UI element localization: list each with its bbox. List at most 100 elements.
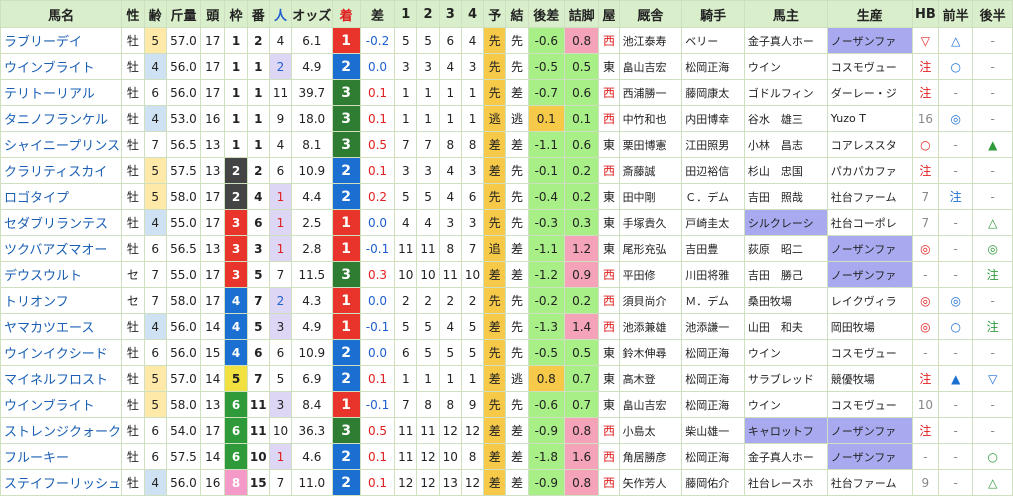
column-header[interactable]: 頭: [200, 0, 226, 28]
cell-seisan: ノーザンファ: [826, 235, 913, 262]
cell-banu: 小林 昌志: [743, 131, 828, 158]
cell-waku: 4: [224, 339, 248, 366]
column-header[interactable]: 騎手: [681, 0, 745, 28]
cell-age: 6: [143, 417, 167, 444]
cell-name[interactable]: トリオンフ: [0, 287, 123, 314]
cell-ketsu: 先: [505, 313, 529, 340]
cell-name[interactable]: デウスウルト: [0, 261, 123, 288]
cell-nin: 6: [268, 157, 293, 184]
cell-waku: 6: [224, 417, 248, 444]
table-row[interactable]: トリオンフセ 7 58.0 17 4 7 2 4.3 1 0.0 2 2 2 2 先先 -0.2 0.2 西須貝尚…: [0, 287, 1013, 314]
table-row[interactable]: クラリティスカイ牡 5 57.5 13 2 2 6 10.9 2 0.1 3 3 4 3 差先 -0.1 0.2…: [0, 157, 1013, 184]
cell-ketsu: 先: [505, 53, 529, 80]
cell-seisan: ダーレー・ジ: [826, 79, 913, 106]
table-row[interactable]: ラブリーデイ牡 5 57.0 17 1 2 4 6.1 1 -0.2 5 5 6 4 先先 -0.6 0.8 西池…: [0, 27, 1013, 54]
cell-c1: 10: [394, 261, 418, 288]
cell-odds: 8.4: [291, 391, 333, 418]
cell-name[interactable]: クラリティスカイ: [0, 157, 123, 184]
cell-name[interactable]: ステイフーリッシュ: [0, 469, 123, 496]
cell-name[interactable]: シャイニープリンス: [0, 131, 123, 158]
column-header[interactable]: 馬名: [0, 0, 123, 28]
column-header[interactable]: 2: [416, 0, 440, 28]
column-header[interactable]: 人: [268, 0, 293, 28]
column-header[interactable]: 3: [438, 0, 462, 28]
table-row[interactable]: シャイニープリンス牡 7 56.5 13 1 1 4 8.1 3 0.5 7 7 8 8 差差 -1.1 0.6…: [0, 131, 1013, 158]
cell-sex: 牡: [121, 53, 145, 80]
column-header[interactable]: 予: [483, 0, 507, 28]
cell-name[interactable]: ラブリーデイ: [0, 27, 123, 54]
cell-kou: △: [972, 469, 1013, 496]
column-header[interactable]: 差: [359, 0, 396, 28]
cell-ketsu: 差: [505, 443, 529, 470]
column-header[interactable]: 性: [121, 0, 145, 28]
cell-yoso: 差: [483, 157, 507, 184]
table-row[interactable]: デウスウルトセ 7 55.0 17 3 5 7 11.5 3 0.3 10 10 11 10 差差 -1.2 0…: [0, 261, 1013, 288]
cell-c2: 12: [416, 443, 440, 470]
cell-ban: 3: [246, 235, 270, 262]
table-row[interactable]: フルーキー牡 6 57.5 14 6 10 1 4.6 2 0.1 11 12 10 8 差差 -1.8 1.6…: [0, 443, 1013, 470]
table-row[interactable]: ウインブライト牡 4 56.0 17 1 1 2 4.9 2 0.0 3 3 4 3 先先 -0.5 0.5 東畠…: [0, 53, 1013, 80]
cell-name[interactable]: ウインブライト: [0, 391, 123, 418]
table-row[interactable]: ステイフーリッシュ牡 4 56.0 16 8 15 7 11.0 2 0.1 12 12 13 12 差差 -…: [0, 469, 1013, 496]
cell-banu: 金子真人ホー: [743, 27, 828, 54]
cell-ban: 1: [246, 131, 270, 158]
cell-name[interactable]: ウインイクシード: [0, 339, 123, 366]
table-row[interactable]: マイネルフロスト牡 5 57.0 14 5 7 5 6.9 2 0.1 1 1 1 1 差逃 0.8 0.7 東高…: [0, 365, 1013, 392]
cell-waku: 3: [224, 261, 248, 288]
cell-waku: 3: [224, 235, 248, 262]
column-header[interactable]: 前半: [937, 0, 974, 28]
cell-kin: 58.0: [165, 391, 202, 418]
cell-ya: 西: [598, 157, 620, 184]
column-header[interactable]: 馬主: [743, 0, 828, 28]
cell-name[interactable]: ストレンジクォーク: [0, 417, 123, 444]
column-header[interactable]: HB: [911, 0, 940, 28]
table-row[interactable]: ウインイクシード牡 6 56.0 15 4 6 6 10.9 2 0.0 6 5 5 5 先先 -0.5 0.5…: [0, 339, 1013, 366]
column-header[interactable]: オッズ: [291, 0, 333, 28]
cell-sa: -0.1: [359, 313, 396, 340]
cell-name[interactable]: マイネルフロスト: [0, 365, 123, 392]
column-header[interactable]: 枠: [224, 0, 248, 28]
cell-zen: -: [937, 261, 974, 288]
cell-c2: 1: [416, 79, 440, 106]
column-header[interactable]: 1: [394, 0, 418, 28]
table-row[interactable]: ロゴタイプ牡 5 58.0 17 2 4 1 4.4 2 0.2 5 5 4 6 先先 -0.4 0.2 東田中剛…: [0, 183, 1013, 210]
column-header[interactable]: 斤量: [165, 0, 202, 28]
cell-nin: 4: [268, 131, 293, 158]
cell-name[interactable]: フルーキー: [0, 443, 123, 470]
table-row[interactable]: テリトーリアル牡 6 56.0 17 1 1 11 39.7 3 0.1 1 1 1 1 先差 -0.7 0.6…: [0, 79, 1013, 106]
column-header[interactable]: 後半: [972, 0, 1013, 28]
column-header[interactable]: 4: [460, 0, 485, 28]
cell-name[interactable]: ヤマカツエース: [0, 313, 123, 340]
cell-odds: 11.0: [291, 469, 333, 496]
cell-kin: 56.5: [165, 235, 202, 262]
cell-ya: 東: [598, 209, 620, 236]
column-header[interactable]: 着: [331, 0, 361, 28]
cell-to: 14: [200, 313, 226, 340]
cell-c3: 1: [438, 79, 462, 106]
table-row[interactable]: ツクバアズマオー牡 6 56.5 13 3 3 1 2.8 1 -0.1 11 11 8 7 追差 -1.1 1…: [0, 235, 1013, 262]
cell-name[interactable]: ロゴタイプ: [0, 183, 123, 210]
column-header[interactable]: 詰脚: [563, 0, 600, 28]
cell-name[interactable]: ウインブライト: [0, 53, 123, 80]
cell-to: 16: [200, 469, 226, 496]
cell-name[interactable]: ツクバアズマオー: [0, 235, 123, 262]
table-row[interactable]: セダブリランテス牡 4 55.0 17 3 6 1 2.5 1 0.0 4 4 3 3 先先 -0.3 0.3 東…: [0, 209, 1013, 236]
cell-name[interactable]: タニノフランケル: [0, 105, 123, 132]
column-header[interactable]: 番: [246, 0, 270, 28]
column-header[interactable]: 生産: [826, 0, 913, 28]
cell-age: 4: [143, 209, 167, 236]
cell-waku: 3: [224, 209, 248, 236]
table-row[interactable]: タニノフランケル牡 4 53.0 16 1 1 9 18.0 3 0.1 1 1 1 1 逃逃 0.1 0.1 西…: [0, 105, 1013, 132]
table-row[interactable]: ウインブライト牡 5 58.0 13 6 11 3 8.4 1 -0.1 7 8 8 9 先先 -0.6 0.7…: [0, 391, 1013, 418]
column-header[interactable]: 屋: [598, 0, 620, 28]
column-header[interactable]: 結: [505, 0, 529, 28]
table-row[interactable]: ストレンジクォーク牡 6 54.0 17 6 11 10 36.3 3 0.5 11 11 12 12 差差…: [0, 417, 1013, 444]
cell-name[interactable]: セダブリランテス: [0, 209, 123, 236]
column-header[interactable]: 後差: [527, 0, 565, 28]
column-header[interactable]: 厩舎: [618, 0, 683, 28]
cell-kishu: 藤岡康太: [681, 79, 745, 106]
table-row[interactable]: ヤマカツエース牡 4 56.0 14 4 5 3 4.9 1 -0.1 5 5 4 5 差先 -1.3 1.4 西…: [0, 313, 1013, 340]
column-header[interactable]: 齢: [143, 0, 167, 28]
cell-name[interactable]: テリトーリアル: [0, 79, 123, 106]
cell-chaku: 2: [331, 183, 361, 210]
